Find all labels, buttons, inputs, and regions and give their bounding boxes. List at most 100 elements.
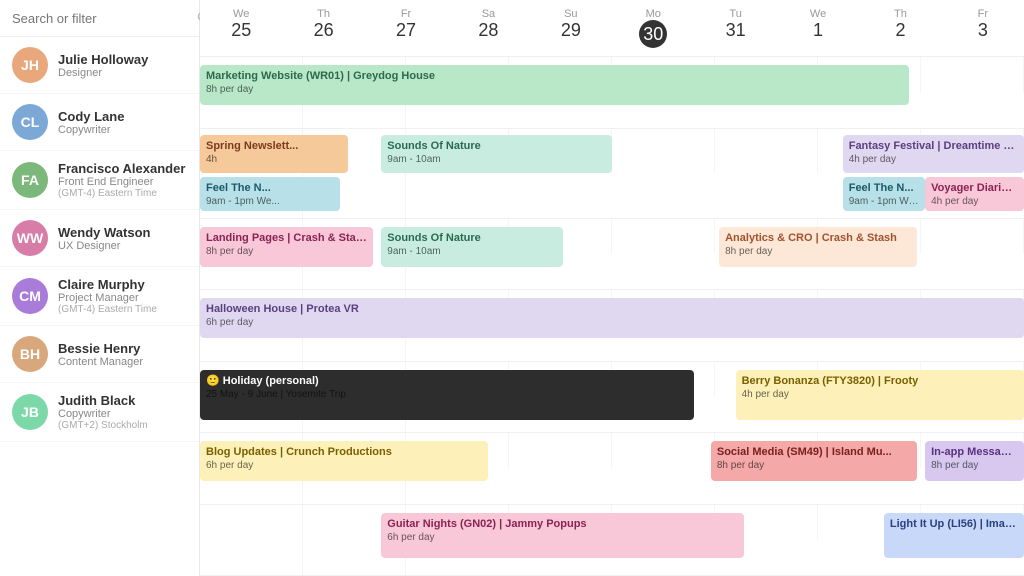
event-title: Light It Up (LI56) | Imagination Di... [890,517,1018,531]
day-header-26: Th 26 [282,0,364,56]
search-input[interactable] [12,11,188,26]
calendar-body: Marketing Website (WR01) | Greydog House… [200,57,1024,576]
person-name-claire: Claire Murphy [58,277,157,292]
event-block-francisco-2[interactable]: Analytics & CRO | Crash & Stash 8h per d… [719,227,917,267]
day-num: 29 [534,20,608,41]
event-block-julie-0[interactable]: Marketing Website (WR01) | Greydog House… [200,65,909,105]
event-title: Guitar Nights (GN02) | Jammy Popups [387,517,738,531]
event-sub: 4h [206,153,342,166]
event-title: Analytics & CRO | Crash & Stash [725,231,911,245]
event-title: Spring Newslett... [206,139,342,153]
day-header-29: Su 29 [530,0,612,56]
avatar-cody: CL [12,104,48,140]
event-block-cody-1[interactable]: Sounds Of Nature 9am - 10am [381,135,612,173]
app-container: JH Julie Holloway Designer CL Cody Lane … [0,0,1024,576]
day-header-27: Fr 27 [365,0,447,56]
day-name: Fr [946,8,1020,20]
event-block-bessie-0[interactable]: Blog Updates | Crunch Productions 6h per… [200,441,488,481]
person-item-francisco[interactable]: FA Francisco Alexander Front End Enginee… [0,151,199,210]
person-info-bessie: Bessie Henry Content Manager [58,341,143,368]
calendar-area: We 25 Th 26 Fr 27 Sa 28 Su 29 Mo 30 Tu 3… [200,0,1024,576]
person-name-francisco: Francisco Alexander [58,161,185,176]
person-role-bessie: Content Manager [58,356,143,368]
person-item-cody[interactable]: CL Cody Lane Copywriter [0,94,199,151]
event-block-judith-1[interactable]: Light It Up (LI56) | Imagination Di... [884,513,1024,558]
day-header-3: Fr 3 [942,0,1024,56]
avatar-claire: CM [12,278,48,314]
day-name: Su [534,8,608,20]
event-block-bessie-1[interactable]: Social Media (SM49) | Island Mu... 8h pe… [711,441,917,481]
person-row-francisco: Landing Pages | Crash & Stash 8h per day… [200,219,1024,291]
day-num: 2 [863,20,937,41]
event-title: Berry Bonanza (FTY3820) | Frooty [742,374,1018,388]
event-block-cody-3[interactable]: Feel The N... 9am - 1pm We... [200,177,340,211]
person-tz-claire: (GMT-4) Eastern Time [58,304,157,315]
event-block-cody-0[interactable]: Spring Newslett... 4h [200,135,348,173]
event-title: 🙂 Holiday (personal) [206,374,688,388]
person-item-julie[interactable]: JH Julie Holloway Designer [0,37,199,94]
day-name: Tu [698,8,772,20]
day-name: We [204,8,278,20]
event-title: Blog Updates | Crunch Productions [206,445,482,459]
event-title: Sounds Of Nature [387,231,556,245]
person-item-wendy[interactable]: WW Wendy Watson UX Designer [0,210,199,267]
event-block-claire-1[interactable]: Berry Bonanza (FTY3820) | Frooty 4h per … [736,370,1024,420]
person-row-cody: Spring Newslett... 4h Sounds Of Nature 9… [200,129,1024,219]
event-title: Social Media (SM49) | Island Mu... [717,445,911,459]
day-num: 31 [698,20,772,41]
event-sub: 8h per day [206,245,367,258]
person-row-julie: Marketing Website (WR01) | Greydog House… [200,57,1024,129]
person-row-bessie: Blog Updates | Crunch Productions 6h per… [200,433,1024,505]
person-item-judith[interactable]: JB Judith Black Copywriter (GMT+2) Stock… [0,383,199,442]
day-name: Th [286,8,360,20]
person-role-francisco: Front End Engineer [58,176,185,188]
event-sub: 6h per day [387,531,738,544]
event-sub: 8h per day [206,83,903,96]
day-num: 26 [286,20,360,41]
person-info-julie: Julie Holloway Designer [58,52,148,79]
person-name-julie: Julie Holloway [58,52,148,67]
person-role-judith: Copywriter [58,408,148,420]
person-name-judith: Judith Black [58,393,148,408]
person-role-wendy: UX Designer [58,240,150,252]
event-block-judith-0[interactable]: Guitar Nights (GN02) | Jammy Popups 6h p… [381,513,744,558]
event-block-bessie-2[interactable]: In-app Messagi... 8h per day [925,441,1024,481]
person-role-claire: Project Manager [58,292,157,304]
event-title: Sounds Of Nature [387,139,606,153]
person-row-judith: Guitar Nights (GN02) | Jammy Popups 6h p… [200,505,1024,576]
people-list: JH Julie Holloway Designer CL Cody Lane … [0,37,199,576]
person-info-wendy: Wendy Watson UX Designer [58,225,150,252]
event-title: Feel The N... [206,181,334,195]
day-num: 27 [369,20,443,41]
person-item-bessie[interactable]: BH Bessie Henry Content Manager [0,326,199,383]
day-num: 25 [204,20,278,41]
avatar-julie: JH [12,47,48,83]
event-sub: 9am - 1pm We... [849,195,919,208]
day-header-25: We 25 [200,0,282,56]
event-block-francisco-1[interactable]: Sounds Of Nature 9am - 10am [381,227,562,267]
event-block-cody-5[interactable]: Voyager Diaries (VI99) | Space Po... 4h … [925,177,1024,211]
day-num: 3 [946,20,1020,41]
event-sub: 9am - 10am [387,245,556,258]
event-block-francisco-0[interactable]: Landing Pages | Crash & Stash 8h per day [200,227,373,267]
event-title: Feel The N... [849,181,919,195]
day-num: 30 [639,20,667,48]
event-sub: 9am - 10am [387,153,606,166]
event-title: Halloween House | Protea VR [206,302,1018,316]
day-header-1: We 1 [777,0,859,56]
event-block-wendy-0[interactable]: Halloween House | Protea VR 6h per day [200,298,1024,338]
person-item-claire[interactable]: CM Claire Murphy Project Manager (GMT-4)… [0,267,199,326]
person-name-cody: Cody Lane [58,109,124,124]
person-info-claire: Claire Murphy Project Manager (GMT-4) Ea… [58,277,157,315]
event-sub: 4h per day [931,195,1018,208]
person-role-cody: Copywriter [58,124,124,136]
event-block-claire-0[interactable]: 🙂 Holiday (personal) 25 May - 9 June | Y… [200,370,694,420]
event-block-cody-2[interactable]: Fantasy Festival | Dreamtime Fields 4h p… [843,135,1024,173]
day-header-2: Th 2 [859,0,941,56]
sidebar: JH Julie Holloway Designer CL Cody Lane … [0,0,200,576]
day-name: We [781,8,855,20]
person-name-wendy: Wendy Watson [58,225,150,240]
day-name: Th [863,8,937,20]
event-block-cody-4[interactable]: Feel The N... 9am - 1pm We... [843,177,925,211]
event-title: Landing Pages | Crash & Stash [206,231,367,245]
